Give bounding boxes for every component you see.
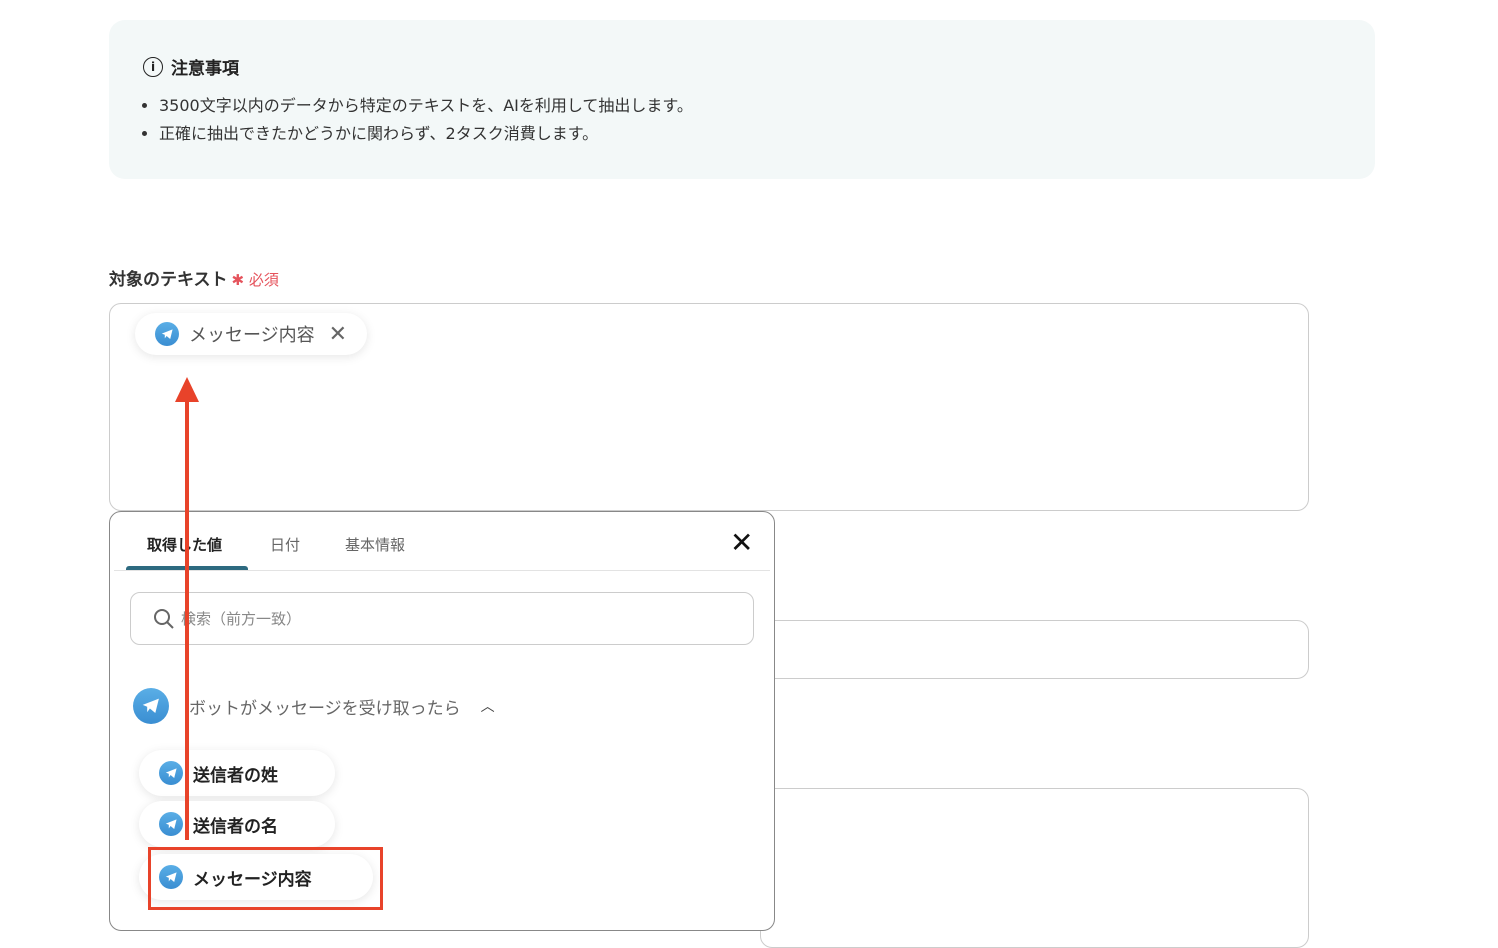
group-title: ボットがメッセージを受け取ったら [189, 698, 461, 719]
arrow-annotation [175, 377, 199, 840]
search-input[interactable]: 検索（前方一致） [130, 592, 754, 645]
telegram-icon [155, 322, 179, 346]
input-field[interactable] [760, 620, 1309, 679]
field-label: 対象のテキスト ✱ 必須 [109, 265, 279, 290]
telegram-icon [133, 688, 169, 724]
token-label: メッセージ内容 [189, 325, 315, 346]
list-item[interactable]: 送信者の姓 [139, 750, 335, 796]
field-label-text: 対象のテキスト [109, 270, 228, 290]
remove-token-icon[interactable]: ✕ [329, 322, 347, 347]
required-text: 必須 [248, 271, 279, 289]
textarea-field[interactable] [760, 788, 1309, 948]
tab-divider [114, 570, 770, 571]
tab-date[interactable]: 日付 [270, 534, 300, 555]
notice-title: i 注意事項 [143, 54, 239, 79]
info-icon: i [143, 56, 163, 77]
notice-title-text: 注意事項 [171, 59, 239, 79]
notice-item: 3500文字以内のデータから特定のテキストを、AIを利用して抽出します。 [159, 92, 693, 120]
notice-list: 3500文字以内のデータから特定のテキストを、AIを利用して抽出します。 正確に… [159, 92, 693, 148]
close-icon[interactable]: ✕ [730, 526, 753, 559]
list-item[interactable]: 送信者の名 [139, 801, 335, 847]
tab-basic-info[interactable]: 基本情報 [345, 534, 405, 555]
token-chip[interactable]: メッセージ内容 ✕ [135, 313, 368, 355]
notice-box: i 注意事項 3500文字以内のデータから特定のテキストを、AIを利用して抽出しま… [109, 20, 1375, 179]
required-badge: ✱ 必須 [231, 271, 279, 289]
chevron-up-icon[interactable]: ︿ [481, 696, 495, 716]
highlight-box [148, 847, 383, 910]
notice-item: 正確に抽出できたかどうかに関わらず、2タスク消費します。 [159, 120, 693, 148]
